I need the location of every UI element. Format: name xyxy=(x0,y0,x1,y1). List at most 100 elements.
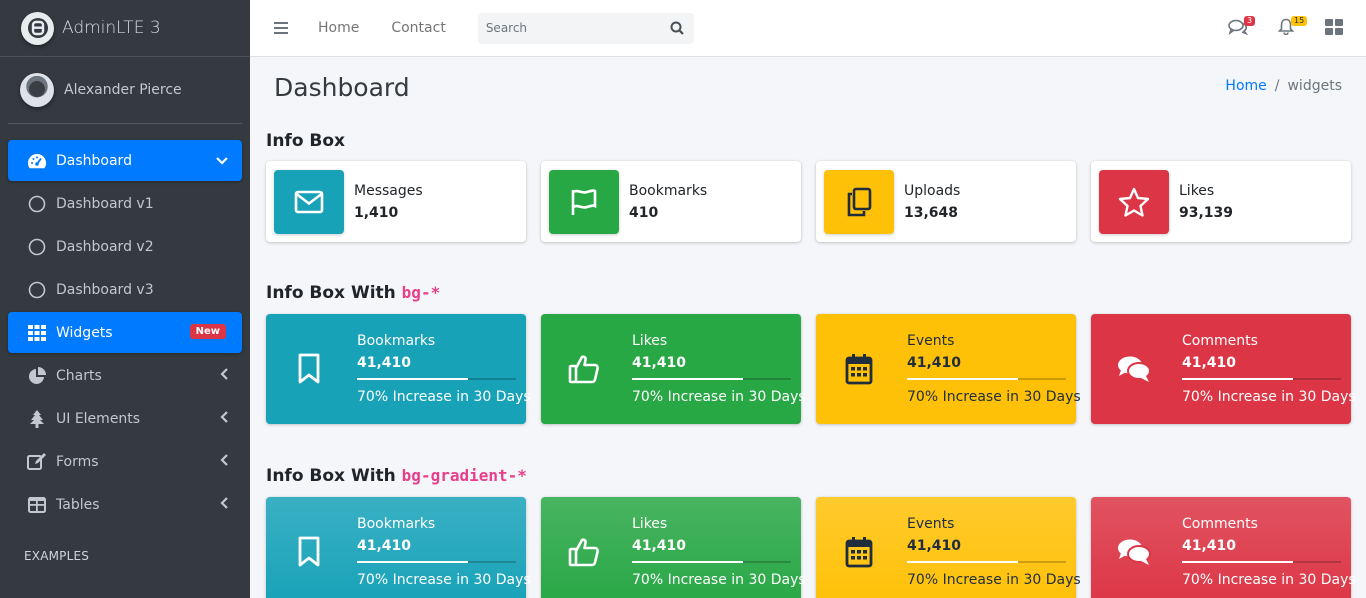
info-box-row: Messages 1,410 Bookmarks 410 Uploads 13,… xyxy=(266,161,1352,242)
sidebar-item-label: Dashboard v2 xyxy=(56,238,154,255)
page-title: Dashboard xyxy=(274,73,410,102)
progress-fill xyxy=(1182,378,1294,380)
sidebar-item-label: Charts xyxy=(56,367,102,384)
bg-box-label: Likes xyxy=(632,333,668,349)
sidebar-item-label: Widgets xyxy=(56,324,113,341)
sidebar-item-dashboard[interactable]: Dashboard xyxy=(8,140,242,181)
bg-box-label: Events xyxy=(907,333,955,349)
bg-box-label: Comments xyxy=(1182,516,1258,532)
tachometer-icon xyxy=(26,152,48,170)
bg-box-description: 70% Increase in 30 Days xyxy=(907,389,1081,405)
progress-bar xyxy=(1182,561,1341,563)
sidebar-item-label: Dashboard v3 xyxy=(56,281,154,298)
progress-fill xyxy=(907,378,1019,380)
gradient-box-likes: Likes 41,410 70% Increase in 30 Days xyxy=(541,497,806,598)
gradient-box-comments: Comments 41,410 70% Increase in 30 Days xyxy=(1091,497,1356,598)
grid-icon xyxy=(26,324,48,341)
bookmark-icon xyxy=(274,505,344,598)
table-icon xyxy=(26,496,48,513)
brand-text: AdminLTE 3 xyxy=(62,18,161,38)
bg-box-description: 70% Increase in 30 Days xyxy=(357,389,531,405)
sidebar-item-ui-elements[interactable]: UI Elements xyxy=(8,398,242,439)
chevron-left-icon xyxy=(220,410,228,427)
progress-fill xyxy=(632,378,744,380)
bg-box-number: 41,410 xyxy=(632,538,687,554)
info-box-number: 93,139 xyxy=(1179,204,1234,221)
thumbs-up-icon xyxy=(549,505,619,598)
bg-box-bookmarks: Bookmarks 41,410 70% Increase in 30 Days xyxy=(266,314,531,424)
section-title-code: bg-gradient-* xyxy=(401,466,527,485)
content-wrapper: Dashboard Home / widgets Info Box Messages… xyxy=(250,57,1366,598)
bookmark-icon xyxy=(274,322,344,416)
new-badge: New xyxy=(189,324,226,339)
info-box-number: 1,410 xyxy=(354,204,399,221)
comments-icon xyxy=(1099,505,1169,598)
navbar-search xyxy=(477,12,694,44)
sidebar-item-forms[interactable]: Forms xyxy=(8,441,242,482)
sidebar-item-charts[interactable]: Charts xyxy=(8,355,242,396)
bg-box-label: Bookmarks xyxy=(357,333,436,349)
nav-link-contact[interactable]: Contact xyxy=(391,20,445,36)
adminlte-logo-icon xyxy=(21,11,54,45)
progress-bar xyxy=(357,378,516,380)
circle-icon xyxy=(26,195,48,213)
progress-bar xyxy=(632,378,791,380)
navbar-right: 3 15 xyxy=(1214,0,1366,57)
search-icon[interactable] xyxy=(660,13,694,44)
info-box-label: Messages xyxy=(354,182,423,199)
info-box-likes: Likes 93,139 xyxy=(1091,161,1351,242)
info-box-messages: Messages 1,410 xyxy=(266,161,526,242)
section-title-gradient: Info Box With bg-gradient-* xyxy=(266,466,527,486)
sidebar-item-label: Dashboard xyxy=(56,152,132,169)
bg-box-label: Bookmarks xyxy=(357,516,436,532)
section-title-bg: Info Box With bg-* xyxy=(266,283,440,303)
brand-link[interactable]: AdminLTE 3 xyxy=(0,0,250,57)
sidebar-item-dashboard-v1[interactable]: Dashboard v1 xyxy=(8,183,242,224)
progress-fill xyxy=(907,561,1019,563)
sidebar-item-label: Dashboard v1 xyxy=(56,195,154,212)
breadcrumb-current: widgets xyxy=(1287,78,1342,94)
progress-fill xyxy=(357,378,469,380)
sidebar-item-dashboard-v3[interactable]: Dashboard v3 xyxy=(8,269,242,310)
info-box-number: 410 xyxy=(629,204,659,221)
bg-box-description: 70% Increase in 30 Days xyxy=(357,572,531,588)
nav-link-home[interactable]: Home xyxy=(318,20,359,36)
info-box-label: Uploads xyxy=(904,182,961,199)
bg-box-number: 41,410 xyxy=(1182,538,1237,554)
info-box-label: Likes xyxy=(1179,182,1215,199)
flag-icon xyxy=(549,169,619,234)
bg-box-number: 41,410 xyxy=(357,355,412,371)
section-title-code: bg-* xyxy=(401,283,441,302)
calendar-icon xyxy=(824,505,894,598)
progress-fill xyxy=(357,561,469,563)
sidebar-item-widgets[interactable]: Widgets New xyxy=(8,312,242,353)
menu-toggle-icon[interactable] xyxy=(274,19,288,38)
messages-dropdown[interactable]: 3 xyxy=(1214,0,1262,57)
bg-box-comments: Comments 41,410 70% Increase in 30 Days xyxy=(1091,314,1356,424)
search-input[interactable] xyxy=(477,21,660,35)
control-sidebar-toggle[interactable] xyxy=(1310,0,1358,57)
sidebar-nav: Dashboard Dashboard v1 Dashboard v2 Dash… xyxy=(0,124,250,563)
user-panel[interactable]: Alexander Pierce xyxy=(8,57,242,124)
copy-icon xyxy=(824,169,894,234)
thumbs-up-icon xyxy=(549,322,619,416)
bg-box-description: 70% Increase in 30 Days xyxy=(632,572,806,588)
envelope-icon xyxy=(274,169,344,234)
chevron-left-icon xyxy=(220,453,228,470)
edit-icon xyxy=(26,452,48,471)
user-name: Alexander Pierce xyxy=(64,82,182,98)
breadcrumb-home-link[interactable]: Home xyxy=(1225,78,1266,94)
progress-bar xyxy=(357,561,516,563)
notifications-dropdown[interactable]: 15 xyxy=(1262,0,1310,57)
breadcrumb: Home / widgets xyxy=(1225,78,1342,94)
sidebar-item-tables[interactable]: Tables xyxy=(8,484,242,525)
info-box-uploads: Uploads 13,648 xyxy=(816,161,1076,242)
info-box-label: Bookmarks xyxy=(629,182,708,199)
avatar xyxy=(20,73,54,107)
sidebar-item-dashboard-v2[interactable]: Dashboard v2 xyxy=(8,226,242,267)
bg-box-likes: Likes 41,410 70% Increase in 30 Days xyxy=(541,314,806,424)
gradient-box-events: Events 41,410 70% Increase in 30 Days xyxy=(816,497,1081,598)
info-box-bookmarks: Bookmarks 410 xyxy=(541,161,801,242)
bg-box-label: Comments xyxy=(1182,333,1258,349)
chevron-left-icon xyxy=(220,496,228,513)
